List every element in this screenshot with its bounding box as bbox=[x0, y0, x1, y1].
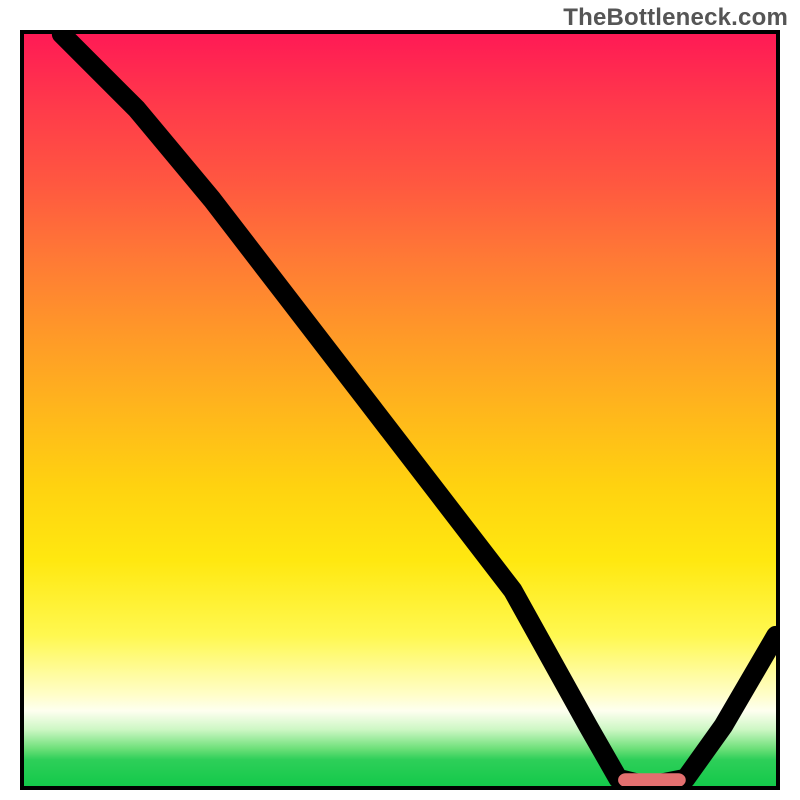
optimal-range-marker bbox=[618, 773, 686, 786]
watermark-text: TheBottleneck.com bbox=[563, 4, 788, 32]
bottleneck-curve-line bbox=[62, 34, 776, 786]
curve-layer bbox=[24, 34, 776, 786]
chart-container: TheBottleneck.com bbox=[0, 0, 800, 800]
plot-area bbox=[20, 30, 780, 790]
